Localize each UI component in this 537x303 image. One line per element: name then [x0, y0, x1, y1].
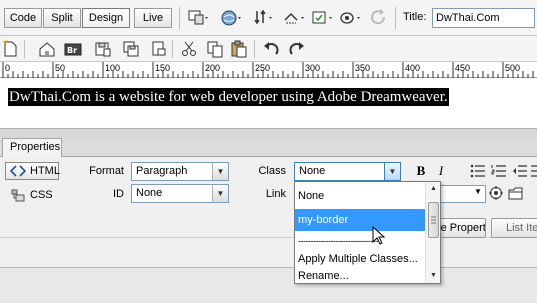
- format-select[interactable]: Paragraph ▼: [131, 162, 229, 181]
- format-value: Paragraph: [136, 165, 188, 177]
- document-title-input[interactable]: DwThai.Com: [432, 8, 535, 28]
- svg-text:Br: Br: [67, 46, 77, 55]
- horizontal-ruler: 0 50 100 150 200 250 300 350 400 450 500: [0, 62, 537, 78]
- html-mode-label: HTML: [30, 165, 60, 177]
- class-option-separator: ---------------------------------: [298, 236, 381, 246]
- chevron-down-icon: ▼: [212, 163, 228, 180]
- toolbar-separator: [179, 7, 180, 29]
- italic-button[interactable]: I: [432, 162, 450, 180]
- save-icon[interactable]: [94, 40, 112, 61]
- id-value: None: [136, 187, 163, 199]
- chevron-down-icon[interactable]: ▼: [474, 187, 482, 196]
- html-tag-icon: [9, 165, 27, 182]
- properties-tab[interactable]: Properties: [2, 138, 62, 157]
- ruler-tick-label: 200: [205, 63, 220, 73]
- print-code-icon[interactable]: [150, 40, 168, 61]
- paste-icon[interactable]: [230, 40, 248, 61]
- code-view-button[interactable]: Code: [4, 8, 42, 28]
- browse-folder-icon[interactable]: [508, 187, 524, 203]
- format-label: Format: [89, 165, 124, 177]
- indent-icon[interactable]: [530, 164, 537, 181]
- ruler-tick-label: 450: [455, 63, 470, 73]
- design-view-button[interactable]: Design: [82, 8, 130, 28]
- chevron-down-icon: ▼: [384, 163, 400, 180]
- chevron-down-icon: ▼: [212, 185, 228, 202]
- browser-preview-icon[interactable]: [220, 8, 244, 28]
- class-option-none[interactable]: None: [295, 185, 426, 207]
- class-value: None: [299, 165, 326, 177]
- link-label: Link: [265, 188, 286, 200]
- live-view-button[interactable]: Live: [134, 8, 172, 28]
- ruler-tick-label: 350: [355, 63, 370, 73]
- panel-footer: [0, 267, 537, 303]
- ruler-tick-label: 150: [155, 63, 170, 73]
- class-option-my-border[interactable]: my-border: [295, 209, 426, 231]
- class-select[interactable]: None ▼: [294, 162, 401, 181]
- mouse-cursor-icon: [372, 225, 386, 249]
- split-view-button[interactable]: Split: [43, 8, 81, 28]
- redo-icon[interactable]: [288, 40, 306, 61]
- id-label: ID: [113, 188, 124, 200]
- css-mode-button[interactable]: CSS: [5, 186, 59, 204]
- visual-aids-icon[interactable]: [283, 8, 307, 28]
- id-select[interactable]: None ▼: [131, 184, 229, 203]
- list-item-button[interactable]: List Item...: [491, 218, 537, 238]
- unordered-list-icon[interactable]: [470, 164, 486, 181]
- ruler-tick-label: 300: [305, 63, 320, 73]
- class-option-apply-multiple[interactable]: Apply Multiple Classes...: [295, 249, 426, 269]
- selected-paragraph[interactable]: DwThai.Com is a website for web develope…: [8, 88, 449, 106]
- toolbar-separator: [24, 40, 25, 58]
- refresh-icon[interactable]: [369, 8, 393, 28]
- multiscreen-icon[interactable]: [187, 8, 211, 28]
- save-all-icon[interactable]: [122, 40, 140, 61]
- toolbar-separator: [254, 40, 255, 58]
- file-management-icon[interactable]: [252, 8, 276, 28]
- toolbar-separator: [172, 40, 173, 58]
- browser-compatibility-icon[interactable]: [339, 8, 363, 28]
- dropdown-scrollbar[interactable]: ▲ ▼: [425, 182, 440, 283]
- point-to-file-icon[interactable]: [489, 186, 503, 203]
- css-rules-icon: [11, 189, 25, 207]
- html-mode-button[interactable]: HTML: [5, 162, 60, 182]
- ordered-list-icon[interactable]: [491, 164, 507, 181]
- outdent-icon[interactable]: [512, 164, 528, 181]
- new-document-icon[interactable]: [2, 40, 18, 61]
- scroll-down-icon[interactable]: ▼: [426, 270, 440, 282]
- ruler-tick-label: 50: [55, 63, 65, 73]
- bold-button[interactable]: B: [412, 162, 430, 180]
- toolbar-separator: [395, 7, 396, 29]
- css-mode-label: CSS: [30, 189, 53, 201]
- properties-panel-header: [0, 138, 537, 157]
- ruler-tick-label: 250: [255, 63, 270, 73]
- properties-panel-lower: [0, 237, 537, 267]
- class-option-rename[interactable]: Rename...: [295, 267, 426, 283]
- ruler-tick-label: 400: [405, 63, 420, 73]
- ruler-tick-label: 100: [105, 63, 120, 73]
- class-dropdown-list[interactable]: None my-border -------------------------…: [294, 181, 441, 284]
- title-label: Title:: [403, 11, 427, 23]
- open-icon[interactable]: [38, 40, 56, 61]
- panel-divider: [0, 128, 537, 138]
- validate-markup-icon[interactable]: [311, 8, 335, 28]
- undo-icon[interactable]: [262, 40, 280, 61]
- class-label: Class: [258, 165, 286, 177]
- cut-icon[interactable]: [180, 40, 198, 61]
- scrollbar-thumb[interactable]: [428, 202, 439, 238]
- scroll-up-icon[interactable]: ▲: [426, 183, 440, 195]
- ruler-tick-label: 500: [505, 63, 520, 73]
- ruler-tick-label: 0: [5, 63, 10, 73]
- copy-icon[interactable]: [206, 40, 224, 61]
- browse-in-bridge-icon[interactable]: Br: [64, 40, 84, 61]
